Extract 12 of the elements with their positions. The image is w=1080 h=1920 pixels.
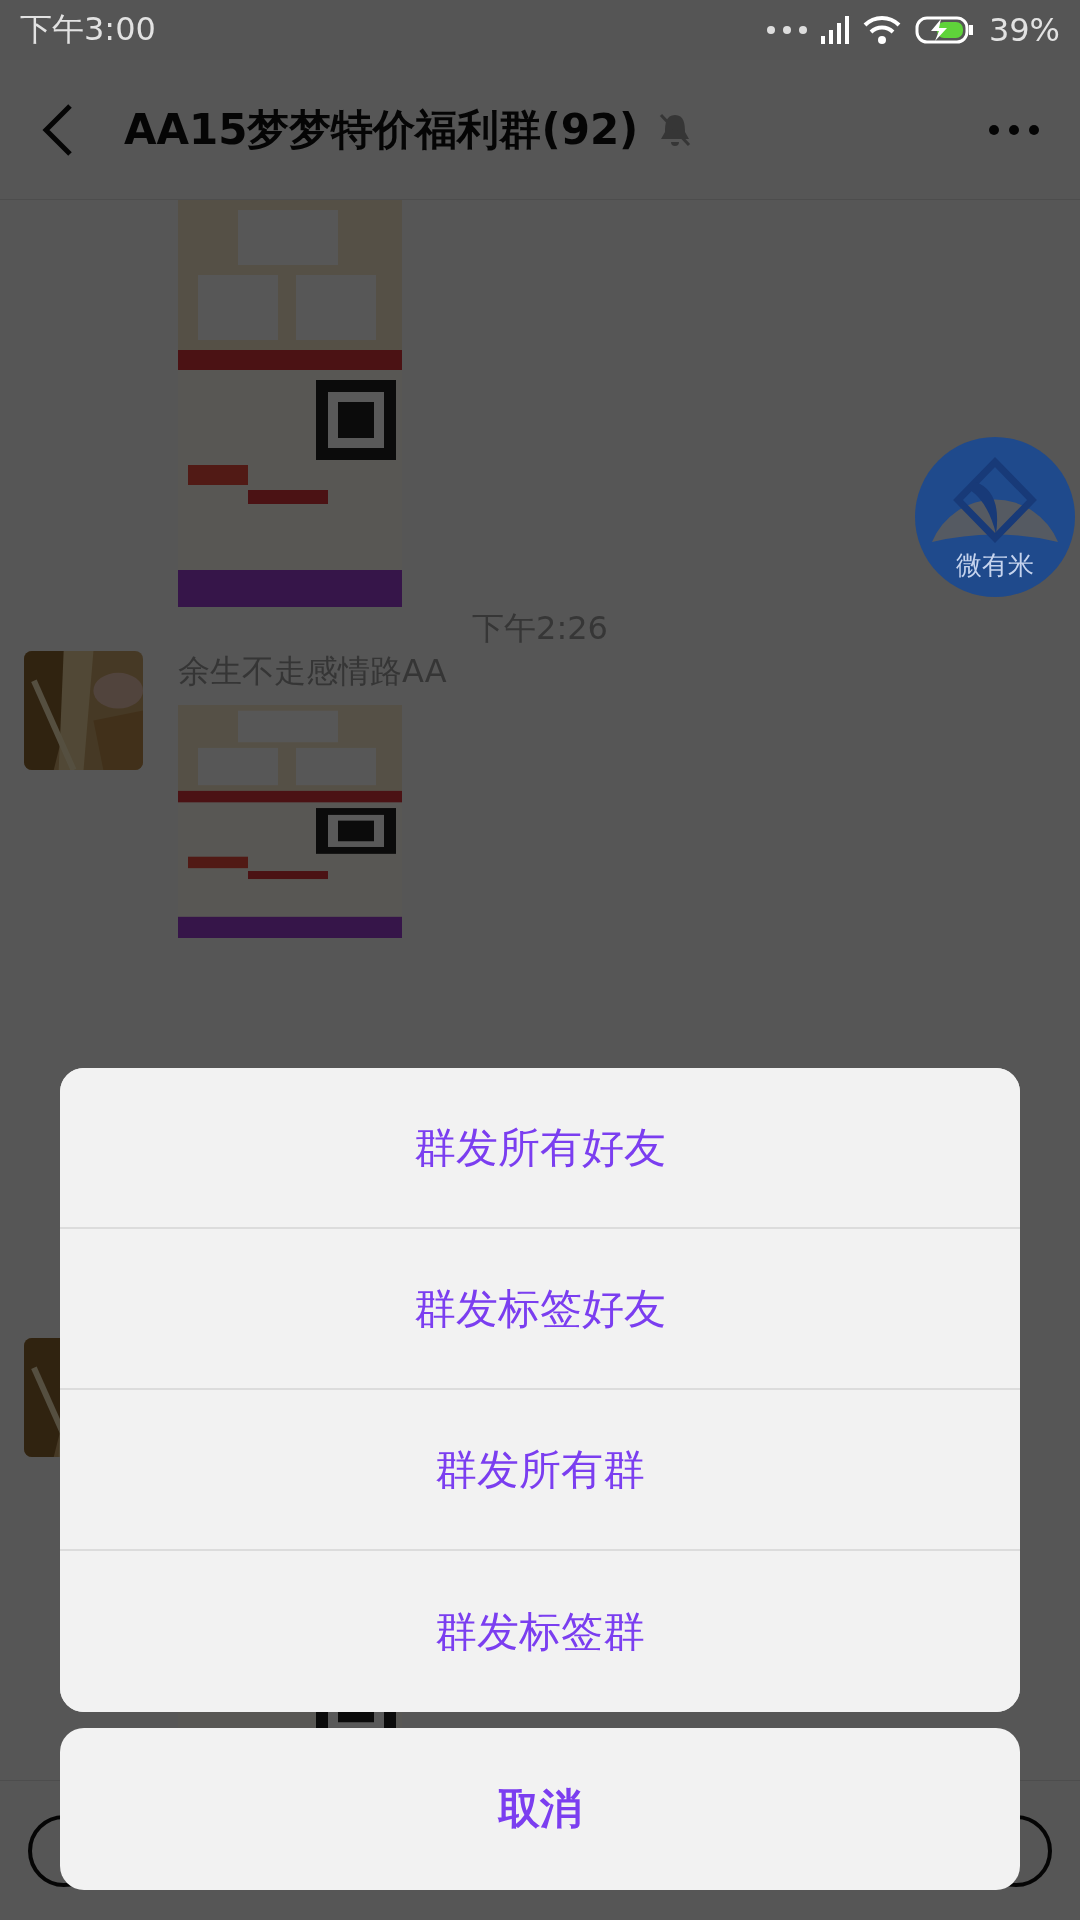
badge-label: 微有米	[956, 550, 1034, 580]
battery-icon	[914, 15, 975, 45]
cancel-button[interactable]: 取消	[60, 1728, 1020, 1890]
dots-icon	[766, 26, 807, 34]
back-icon[interactable]	[40, 101, 74, 158]
more-icon[interactable]	[988, 123, 1040, 136]
status-time: 下午3:00	[20, 9, 156, 50]
sheet-option[interactable]: 群发所有好友	[60, 1068, 1020, 1229]
signal-icon	[820, 16, 849, 44]
chat-title: AA15梦梦特价福利群(92)	[124, 103, 639, 156]
battery-level: 39%	[988, 11, 1060, 49]
wifi-icon	[862, 15, 901, 45]
